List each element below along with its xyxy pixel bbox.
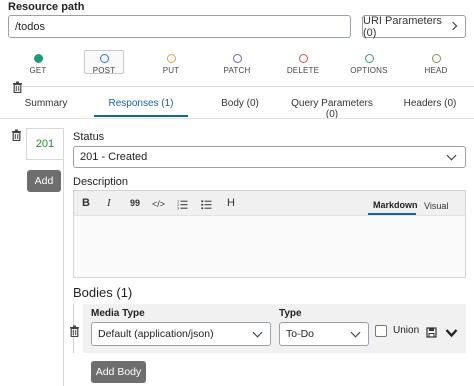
type-label: Type (279, 308, 302, 319)
method-label: OPTIONS (350, 66, 388, 75)
editor-body[interactable] (74, 217, 465, 277)
markdown-mode-tab[interactable]: Markdown (373, 200, 418, 210)
status-value: 201 - Created (80, 151, 148, 163)
method-label: DELETE (286, 66, 320, 75)
method-patch[interactable]: PATCH (207, 54, 267, 75)
quote-button[interactable]: 99 (130, 198, 140, 208)
media-type-value: Default (application/json) (98, 328, 214, 340)
union-label: Union (393, 325, 420, 336)
trash-icon[interactable] (69, 324, 80, 342)
add-response-button[interactable]: Add (27, 170, 61, 192)
trash-icon[interactable] (11, 128, 22, 146)
method-label: HEAD (424, 66, 448, 75)
expand-chevron-icon[interactable] (445, 325, 458, 343)
method-dot-icon (431, 54, 441, 63)
method-dot-icon (33, 54, 43, 63)
tab-summary[interactable]: Summary (14, 98, 78, 109)
trash-icon[interactable] (12, 80, 23, 98)
tab-responses[interactable]: Responses (1) (94, 98, 188, 109)
resource-path-label: Resource path (8, 1, 85, 13)
ordered-list-icon[interactable]: 123 (177, 197, 188, 215)
method-dot-icon (298, 54, 308, 63)
markdown-mode-underline (368, 213, 416, 215)
unordered-list-icon[interactable] (201, 197, 212, 215)
tab-query-parameters[interactable]: Query Parameters (0) (285, 98, 379, 120)
response-code: 201 (35, 138, 55, 150)
code-button[interactable]: </> (152, 199, 165, 209)
status-label: Status (73, 131, 105, 143)
description-label: Description (73, 176, 129, 188)
method-put[interactable]: PUT (141, 54, 201, 75)
method-label: POST (92, 66, 116, 75)
method-label: GET (29, 66, 47, 75)
heading-button[interactable]: H (227, 197, 235, 209)
response-code-tab[interactable]: 201 (26, 128, 63, 160)
chevron-down-icon (350, 327, 361, 338)
tab-headers[interactable]: Headers (0) (398, 98, 462, 109)
add-body-button[interactable]: Add Body (91, 361, 146, 383)
bodies-title: Bodies (1) (73, 285, 133, 300)
italic-button[interactable]: I (107, 197, 111, 209)
method-get[interactable]: GET (8, 54, 68, 75)
visual-mode-tab[interactable]: Visual (424, 201, 448, 211)
method-label: PUT (162, 66, 180, 75)
divider (22, 86, 474, 87)
tabs-divider (0, 118, 474, 119)
chevron-down-icon (446, 150, 457, 161)
method-label: PATCH (223, 66, 251, 75)
uri-parameters-label: URI Parameters (0) (363, 14, 442, 39)
method-dot-icon (364, 54, 374, 63)
chevron-down-icon (252, 327, 263, 338)
tab-responses-underline (94, 115, 188, 117)
bold-button[interactable]: B (82, 197, 90, 209)
method-dot-icon (166, 54, 176, 63)
responses-column-line (63, 128, 64, 386)
method-dot-icon (232, 54, 242, 63)
method-delete[interactable]: DELETE (273, 54, 333, 75)
method-head[interactable]: HEAD (406, 54, 466, 75)
uri-parameters-button[interactable]: URI Parameters (0) (362, 14, 466, 39)
method-post[interactable]: POST (74, 50, 134, 75)
svg-text:3: 3 (177, 207, 179, 211)
type-select[interactable]: To-Do (279, 322, 369, 346)
save-icon[interactable] (426, 325, 437, 343)
media-type-select[interactable]: Default (application/json) (91, 322, 271, 346)
status-select[interactable]: 201 - Created (73, 146, 466, 168)
resource-path-input[interactable]: /todos (8, 15, 351, 38)
media-type-label: Media Type (91, 308, 145, 319)
method-options[interactable]: OPTIONS (339, 54, 399, 75)
method-dot-icon (99, 54, 109, 63)
type-value: To-Do (286, 328, 315, 340)
tab-body[interactable]: Body (0) (208, 98, 272, 109)
union-checkbox[interactable] (375, 325, 387, 337)
